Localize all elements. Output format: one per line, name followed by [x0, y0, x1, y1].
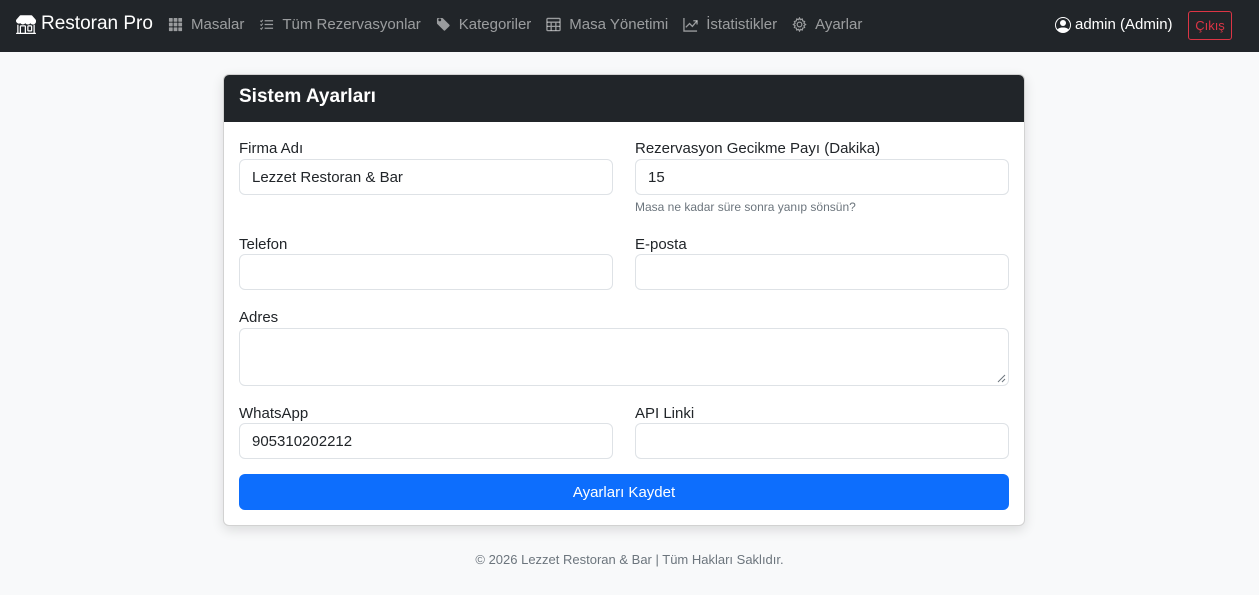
- nav-item-settings[interactable]: Ayarlar: [792, 16, 862, 33]
- chart-icon: [683, 17, 698, 32]
- gear-icon: [792, 17, 807, 32]
- address-label: Adres: [239, 309, 279, 326]
- nav-item-label: Masa Yönetimi: [569, 16, 669, 33]
- user-circle-icon: [1055, 16, 1071, 33]
- card-title: Sistem Ayarları: [224, 75, 1024, 122]
- nav-item-label: Tüm Rezervasyonlar: [282, 16, 421, 33]
- delay-help-text: Masa ne kadar süre sonra yanıp sönsün?: [635, 200, 856, 214]
- whatsapp-label: WhatsApp: [239, 405, 309, 422]
- save-settings-button[interactable]: Ayarları Kaydet: [239, 474, 1009, 510]
- nav-item-label: Masalar: [191, 16, 245, 33]
- grid-icon: [168, 17, 183, 32]
- user-label: admin (Admin): [1075, 16, 1173, 33]
- address-textarea[interactable]: [239, 328, 1009, 386]
- api-link-label: API Linki: [635, 405, 695, 422]
- api-link-input[interactable]: [635, 423, 1009, 459]
- brand-link[interactable]: Restoran Pro: [16, 13, 153, 35]
- nav-item-categories[interactable]: Kategoriler: [436, 16, 532, 33]
- email-label: E-posta: [635, 236, 687, 253]
- resize-handle-icon[interactable]: [997, 374, 1006, 383]
- footer-text: © 2026 Lezzet Restoran & Bar | Tüm Hakla…: [475, 552, 784, 567]
- nav-item-label: İstatistikler: [706, 16, 778, 33]
- nav-item-reservations[interactable]: Tüm Rezervasyonlar: [259, 16, 421, 33]
- delay-label: Rezervasyon Gecikme Payı (Dakika): [635, 140, 881, 157]
- company-name-label: Firma Adı: [239, 140, 304, 157]
- email-input[interactable]: [635, 254, 1009, 290]
- phone-label: Telefon: [239, 236, 288, 253]
- whatsapp-input[interactable]: [239, 423, 613, 459]
- shop-icon: [16, 15, 36, 34]
- phone-input[interactable]: [239, 254, 613, 290]
- nav-item-label: Kategoriler: [458, 16, 532, 33]
- user-menu[interactable]: admin (Admin): [1055, 16, 1173, 33]
- settings-card: Sistem Ayarları Firma Adı Rezervasyon Ge…: [223, 74, 1025, 526]
- tag-icon: [436, 17, 450, 31]
- nav-item-table-management[interactable]: Masa Yönetimi: [546, 16, 668, 33]
- nav-item-statistics[interactable]: İstatistikler: [683, 16, 777, 33]
- list-icon: [260, 19, 274, 30]
- delay-input[interactable]: [635, 159, 1009, 195]
- logout-button[interactable]: Çıkış: [1188, 11, 1232, 40]
- brand-label: Restoran Pro: [41, 13, 153, 34]
- nav-menu: Masalar Tüm Rezervasyonlar Kategoriler M…: [168, 16, 877, 33]
- company-name-input[interactable]: [239, 159, 613, 195]
- navbar: Restoran Pro Masalar Tüm Rezervasyonlar …: [0, 0, 1259, 52]
- nav-item-label: Ayarlar: [815, 16, 863, 33]
- nav-item-masalar[interactable]: Masalar: [168, 16, 244, 33]
- table-icon: [546, 17, 562, 32]
